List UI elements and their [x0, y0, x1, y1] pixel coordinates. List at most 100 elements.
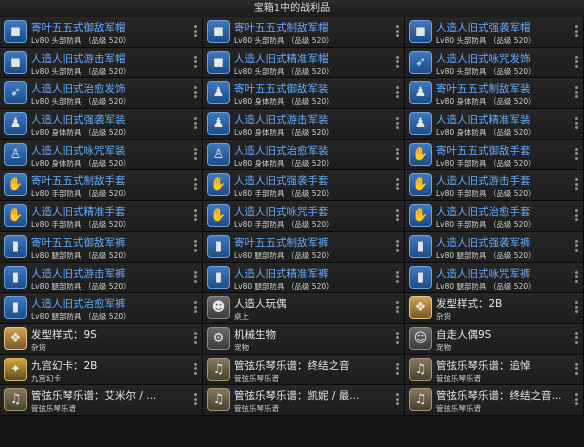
item-menu-handle[interactable] — [194, 270, 197, 283]
trousers-icon: ▮ — [409, 265, 432, 289]
item-subtitle: Lv80 身体防具 （品级 520） — [234, 158, 334, 168]
icon-glyph: ◼ — [10, 54, 21, 70]
loot-item[interactable]: ✋ 人造人旧式精准手套 Lv80 手部防具 （品级 520） — [0, 201, 203, 232]
loot-item[interactable]: ♟ 寄叶五五式御敌军装 Lv80 身体防具 （品级 520） — [203, 78, 405, 110]
dot — [194, 152, 197, 156]
loot-item[interactable]: ✋ 寄叶五五式制敌手套 Lv80 手部防具 （品级 520） — [0, 170, 203, 202]
item-menu-handle[interactable] — [194, 86, 197, 99]
loot-item[interactable]: ♟ 人造人旧式精准军装 Lv80 身体防具 （品级 520） — [405, 109, 584, 140]
icon-glyph: ◼ — [10, 24, 21, 39]
loot-item[interactable]: ▮ 人造人旧式强袭军裤 Lv80 腿部防具 （品级 520） — [405, 231, 584, 263]
item-menu-handle[interactable] — [194, 178, 197, 191]
item-menu-handle[interactable] — [575, 178, 578, 191]
dot — [575, 367, 578, 371]
loot-item[interactable]: ✦ 九宫幻卡：2B 九宫幻卡 — [0, 354, 203, 386]
item-subtitle: Lv80 身体防具 （品级 520） — [436, 128, 536, 138]
loot-item[interactable]: ◼ 人造人旧式游击军帽 Lv80 头部防具 （品级 520） — [0, 47, 203, 79]
item-menu-handle[interactable] — [194, 393, 197, 406]
item-menu-handle[interactable] — [396, 362, 399, 375]
dot — [396, 90, 399, 94]
item-menu-handle[interactable] — [194, 331, 197, 344]
loot-item[interactable]: ▮ 人造人旧式治愈军裤 Lv80 腿部防具 （品级 520） — [0, 293, 203, 324]
loot-item[interactable]: ❖ 发型样式：9S 杂货 — [0, 323, 203, 355]
loot-item[interactable]: ◼ 人造人旧式精准军帽 Lv80 头部防具 （品级 520） — [203, 47, 405, 79]
loot-item[interactable]: ✋ 人造人旧式强袭手套 Lv80 手部防具 （品级 520） — [203, 170, 405, 202]
item-menu-handle[interactable] — [396, 178, 399, 191]
loot-item[interactable]: ♟ 人造人旧式强袭军装 Lv80 身体防具 （品级 520） — [0, 109, 203, 140]
item-menu-handle[interactable] — [575, 25, 578, 37]
loot-item[interactable]: ◼ 寄叶五五式御敌军帽 Lv80 头部防具 （品级 520） — [0, 17, 203, 48]
item-menu-handle[interactable] — [396, 331, 399, 344]
loot-item[interactable]: ✋ 寄叶五五式御敌手套 Lv80 手部防具 （品级 520） — [405, 139, 584, 171]
item-menu-handle[interactable] — [396, 86, 399, 99]
item-menu-handle[interactable] — [194, 55, 197, 68]
item-menu-handle[interactable] — [575, 117, 578, 130]
item-menu-handle[interactable] — [396, 55, 399, 68]
item-menu-handle[interactable] — [575, 147, 578, 160]
loot-item[interactable]: ❖ 发型样式：2B 杂货 — [405, 293, 584, 324]
robe-icon: ♙ — [207, 142, 230, 166]
item-menu-handle[interactable] — [396, 393, 399, 406]
loot-item[interactable]: ♫ 管弦乐琴乐谱：凯妮 / 最... 管弦乐琴乐谱 — [203, 385, 405, 416]
item-menu-handle[interactable] — [396, 147, 399, 160]
item-menu-handle[interactable] — [575, 331, 578, 344]
item-subtitle: 桌上 — [234, 312, 249, 322]
loot-item[interactable]: ✋ 人造人旧式游击手套 Lv80 手部防具 （品级 520） — [405, 170, 584, 202]
item-menu-handle[interactable] — [194, 362, 197, 375]
item-menu-handle[interactable] — [575, 301, 578, 314]
loot-item[interactable]: ☻ 人造人玩偶 桌上 — [203, 293, 405, 324]
loot-item[interactable]: ➶ 人造人旧式治愈发饰 Lv80 头部防具 （品级 520） — [0, 78, 203, 110]
dot — [194, 371, 197, 375]
dot — [575, 90, 578, 94]
loot-item[interactable]: ▮ 寄叶五五式御敌军裤 Lv80 腿部防具 （品级 520） — [0, 231, 203, 263]
item-subtitle: Lv80 身体防具 （品级 520） — [436, 97, 536, 107]
icon-glyph: ▮ — [11, 300, 20, 316]
item-menu-handle[interactable] — [396, 270, 399, 283]
dot — [575, 393, 578, 397]
loot-item[interactable]: ♫ 管弦乐琴乐谱：终结之音... 管弦乐琴乐谱 — [405, 385, 584, 416]
item-menu-handle[interactable] — [194, 147, 197, 160]
loot-item[interactable]: ♫ 管弦乐琴乐谱：艾米尔 / ... 管弦乐琴乐谱 — [0, 385, 203, 416]
loot-item[interactable]: ✋ 人造人旧式治愈手套 Lv80 手部防具 （品级 520） — [405, 201, 584, 232]
icon-glyph: ▮ — [11, 238, 20, 254]
item-menu-handle[interactable] — [575, 362, 578, 375]
loot-item[interactable]: ♙ 人造人旧式治愈军装 Lv80 身体防具 （品级 520） — [203, 139, 405, 171]
loot-item[interactable]: ◼ 人造人旧式强袭军帽 Lv80 头部防具 （品级 520） — [405, 17, 584, 48]
item-menu-handle[interactable] — [575, 86, 578, 99]
loot-item[interactable]: ♫ 管弦乐琴乐谱：终结之音 管弦乐琴乐谱 — [203, 354, 405, 386]
item-menu-handle[interactable] — [575, 239, 578, 252]
loot-item[interactable]: ♙ 人造人旧式咏咒军装 Lv80 身体防具 （品级 520） — [0, 139, 203, 171]
item-menu-handle[interactable] — [396, 301, 399, 314]
loot-item[interactable]: ▮ 人造人旧式精准军裤 Lv80 腿部防具 （品级 520） — [203, 262, 405, 294]
loot-item[interactable]: ♫ 管弦乐琴乐谱：追悼 管弦乐琴乐谱 — [405, 354, 584, 386]
loot-item[interactable]: ◼ 寄叶五五式制敌军帽 Lv80 头部防具 （品级 520） — [203, 17, 405, 48]
item-subtitle: 杂货 — [436, 312, 451, 322]
loot-item[interactable]: ▮ 人造人旧式咏咒军裤 Lv80 腿部防具 （品级 520） — [405, 262, 584, 294]
item-menu-handle[interactable] — [575, 393, 578, 406]
loot-item[interactable]: ▮ 人造人旧式游击军裤 Lv80 腿部防具 （品级 520） — [0, 262, 203, 294]
dot — [194, 86, 197, 90]
loot-item[interactable]: ♟ 人造人旧式游击军装 Lv80 身体防具 （品级 520） — [203, 109, 405, 140]
item-menu-handle[interactable] — [575, 209, 578, 222]
loot-item[interactable]: ▮ 寄叶五五式制敌军裤 Lv80 腿部防具 （品级 520） — [203, 231, 405, 263]
item-menu-handle[interactable] — [396, 239, 399, 252]
item-menu-handle[interactable] — [396, 117, 399, 130]
item-menu-handle[interactable] — [194, 117, 197, 130]
loot-item[interactable]: ⚙ 机械生物 宠物 — [203, 323, 405, 355]
item-menu-handle[interactable] — [194, 239, 197, 252]
item-menu-handle[interactable] — [396, 209, 399, 222]
loot-item[interactable]: ☺ 自走人偶9S 宠物 — [405, 323, 584, 355]
item-menu-handle[interactable] — [396, 25, 399, 37]
loot-item[interactable]: ✋ 人造人旧式咏咒手套 Lv80 手部防具 （品级 520） — [203, 201, 405, 232]
item-menu-handle[interactable] — [194, 301, 197, 314]
item-menu-handle[interactable] — [194, 209, 197, 222]
dot — [575, 86, 578, 90]
loot-item[interactable]: ➶ 人造人旧式咏咒发饰 Lv80 头部防具 （品级 520） — [405, 47, 584, 79]
item-menu-handle[interactable] — [194, 25, 197, 37]
icon-glyph: ✋ — [412, 208, 429, 224]
item-menu-handle[interactable] — [575, 270, 578, 283]
dot — [575, 60, 578, 64]
loot-item[interactable]: ♟ 寄叶五五式制敌军装 Lv80 身体防具 （品级 520） — [405, 78, 584, 110]
item-menu-handle[interactable] — [575, 55, 578, 68]
item-name: 寄叶五五式御敌军帽 — [31, 22, 126, 34]
